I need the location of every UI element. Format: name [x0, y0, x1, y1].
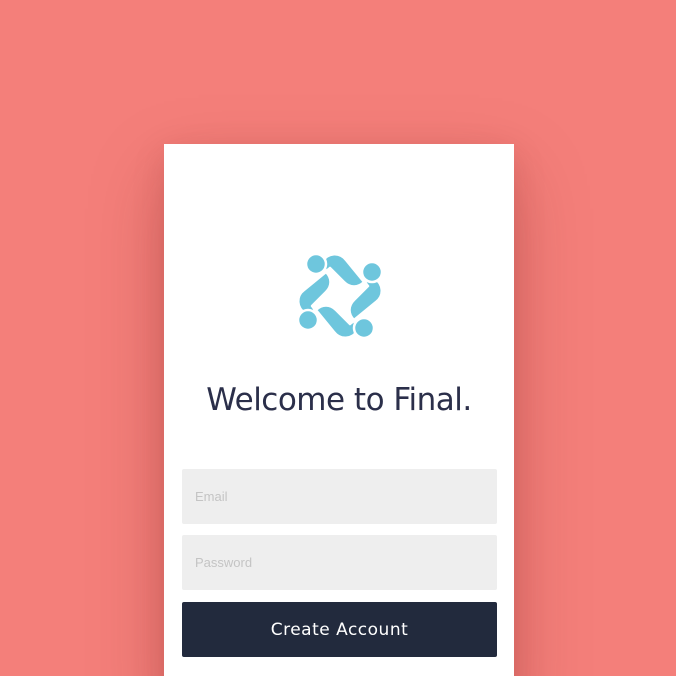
create-account-button[interactable]: Create Account [182, 602, 497, 657]
email-field[interactable] [182, 469, 497, 524]
final-logo-icon [296, 252, 384, 340]
welcome-title: Welcome to Final. [206, 382, 472, 418]
signup-card: Welcome to Final. Create Account [164, 144, 514, 676]
password-field[interactable] [182, 535, 497, 590]
